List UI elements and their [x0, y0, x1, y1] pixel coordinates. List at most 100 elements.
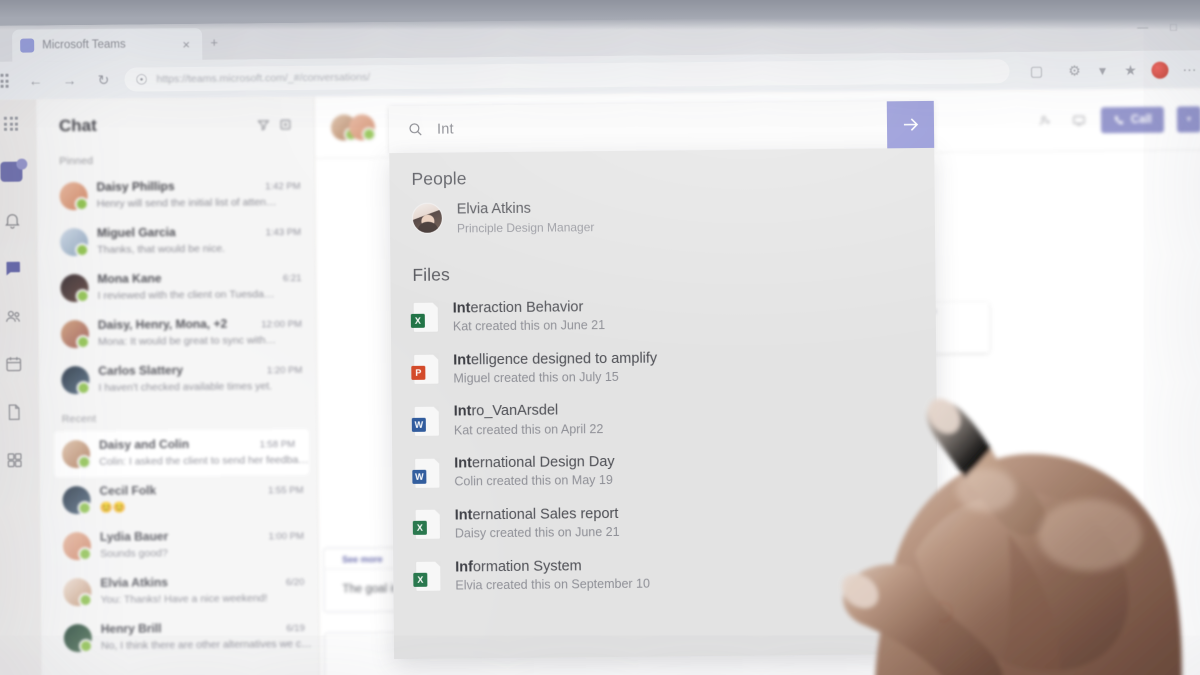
chat-preview: No, I think there are other alternatives… — [100, 637, 312, 652]
list-item[interactable]: Daisy Phillips 1:42 PM Henry will send t… — [37, 171, 314, 220]
app-grid-icon[interactable] — [0, 64, 19, 98]
file-result-row[interactable]: W International Design Day Colin created… — [392, 442, 937, 499]
chat-header: Chat — [37, 97, 314, 146]
list-item[interactable]: Cecil Folk 1:55 PM 😊😊 — [40, 475, 317, 524]
search-overlay: Int People Elvia Atkins Principle Design… — [388, 100, 940, 660]
file-result-row[interactable]: P Intelligence designed to amplify Migue… — [391, 338, 936, 395]
chat-preview: I reviewed with the client on Tuesda… — [97, 288, 275, 302]
chat-group-label-recent: Recent — [61, 412, 97, 426]
list-item[interactable]: Carlos Slattery 1:20 PM I haven't checke… — [39, 355, 316, 404]
maximize-icon[interactable]: □ — [1170, 21, 1177, 33]
extensions-icon[interactable]: ⚙ — [1057, 53, 1091, 87]
file-result-row[interactable]: W Intro_VanArsdel Kat created this on Ap… — [392, 390, 937, 447]
file-type-badge: X — [413, 572, 428, 588]
list-item[interactable]: Daisy and Colin 1:58 PM Colin: I asked t… — [53, 428, 310, 478]
file-title: Information System — [455, 555, 650, 577]
file-title-match: Int — [453, 403, 472, 420]
chat-name: Daisy and Colin — [98, 437, 190, 452]
list-item[interactable]: Elvia Atkins 6/20 You: Thanks! Have a ni… — [41, 567, 318, 616]
file-subtitle: Colin created this on May 19 — [454, 473, 613, 489]
avatar — [59, 182, 88, 211]
file-type-badge: X — [412, 521, 427, 536]
address-bar[interactable]: ☉ https://teams.microsoft.com/_#/convers… — [124, 59, 1010, 92]
call-button[interactable]: Call — [1100, 106, 1165, 133]
sidebar-item-app-launcher[interactable] — [0, 108, 28, 140]
list-item[interactable]: Daisy, Henry, Mona, +2 12:00 PM Mona: It… — [39, 309, 316, 358]
browser-toolbar-right: ▢ ⚙ ▾ ★ ⋯ — [1019, 52, 1200, 88]
file-title: International Design Day — [454, 452, 615, 474]
chevron-down-icon[interactable]: ▾ — [1095, 53, 1109, 87]
browser-tab-title: Microsoft Teams — [42, 38, 126, 52]
file-title: Intro_VanArsdel — [454, 400, 604, 422]
call-button-label: Call — [1130, 113, 1153, 126]
people-result-row[interactable]: Elvia Atkins Principle Design Manager — [390, 191, 935, 249]
favorites-icon[interactable]: ★ — [1113, 53, 1147, 87]
list-item[interactable]: Lydia Bauer 1:00 PM Sounds good? — [41, 521, 318, 570]
screen-share-icon[interactable] — [1067, 108, 1091, 132]
excel-file-icon: X — [413, 560, 442, 593]
add-people-icon[interactable] — [1033, 108, 1057, 132]
sidebar-item-more-apps[interactable] — [0, 444, 31, 476]
participant-facepile — [330, 113, 376, 141]
chat-preview: You: Thanks! Have a nice weekend! — [100, 592, 268, 606]
chat-name: Mona Kane — [97, 271, 162, 286]
avatar — [63, 623, 93, 653]
search-results-dropdown: People Elvia Atkins Principle Design Man… — [389, 147, 940, 660]
chat-time: 6/20 — [285, 576, 305, 589]
close-icon[interactable]: × — [178, 37, 194, 52]
sidebar-item-files[interactable] — [0, 396, 31, 428]
page-title: Chat — [58, 115, 97, 136]
teams-logo-icon — [0, 161, 23, 182]
back-icon[interactable]: ← — [18, 63, 52, 97]
collections-icon[interactable]: ▢ — [1019, 54, 1053, 88]
section-title-files: Files — [412, 264, 450, 285]
sidebar-item-calendar[interactable] — [0, 348, 30, 380]
file-title: Intelligence designed to amplify — [453, 348, 657, 370]
sidebar-item-activity[interactable] — [0, 204, 29, 236]
minimize-icon[interactable]: — — [1137, 21, 1148, 33]
sidebar-item-teams-logo[interactable] — [0, 156, 29, 188]
bell-icon — [4, 213, 20, 229]
file-title: International Sales report — [455, 504, 620, 526]
chat-name: Daisy, Henry, Mona, +2 — [97, 316, 228, 332]
chat-preview: Mona: It would be great to sync with… — [97, 334, 277, 348]
chat-preview: Colin: I asked the client to send her fe… — [99, 453, 309, 468]
call-options-button[interactable]: ▾ — [1176, 105, 1200, 133]
new-tab-button[interactable]: + — [206, 35, 222, 50]
chat-preview: I haven't checked available times yet. — [98, 380, 273, 394]
address-bar-url: https://teams.microsoft.com/_#/conversat… — [156, 71, 371, 86]
file-title-match: Int — [452, 300, 471, 317]
word-file-icon: W — [411, 405, 440, 437]
chat-bubble-icon — [5, 261, 20, 275]
filter-icon[interactable] — [252, 113, 274, 135]
list-item[interactable]: Mona Kane 6:21 I reviewed with the clien… — [38, 263, 315, 312]
file-result-row[interactable]: X Information System Elvia created this … — [393, 546, 938, 603]
profile-avatar[interactable] — [1151, 61, 1169, 79]
search-icon — [409, 123, 422, 136]
phone-icon — [1114, 115, 1124, 124]
search-submit-button[interactable] — [886, 100, 935, 149]
file-type-badge: W — [411, 417, 426, 432]
file-result-row[interactable]: X Interaction Behavior Kat created this … — [391, 287, 936, 344]
new-chat-icon[interactable] — [274, 113, 296, 135]
chat-time: 1:55 PM — [268, 484, 304, 497]
reload-icon[interactable]: ↻ — [86, 63, 120, 97]
teams-favicon-icon — [20, 38, 35, 53]
chat-preview: Henry will send the initial list of atte… — [96, 196, 277, 210]
file-subtitle: Kat created this on June 21 — [452, 318, 606, 334]
list-item[interactable]: Miguel Garcia 1:43 PM Thanks, that would… — [38, 217, 315, 266]
sidebar-item-teams[interactable] — [0, 300, 30, 332]
file-icon — [8, 403, 20, 420]
more-icon[interactable]: ⋯ — [1172, 52, 1200, 86]
chat-name: Elvia Atkins — [100, 575, 169, 590]
sidebar-item-chat[interactable] — [0, 252, 29, 284]
chat-time: 1:58 PM — [259, 439, 296, 451]
list-item[interactable]: Henry Brill 6/19 No, I think there are o… — [42, 613, 319, 662]
file-title: Interaction Behavior — [453, 297, 605, 319]
apps-icon — [7, 452, 22, 467]
forward-icon[interactable]: → — [52, 63, 86, 97]
browser-tab-teams[interactable]: Microsoft Teams × — [12, 27, 203, 62]
file-result-row[interactable]: X International Sales report Daisy creat… — [393, 494, 938, 551]
file-title-rest: ormation System — [472, 558, 582, 576]
search-input[interactable]: Int — [389, 101, 887, 153]
